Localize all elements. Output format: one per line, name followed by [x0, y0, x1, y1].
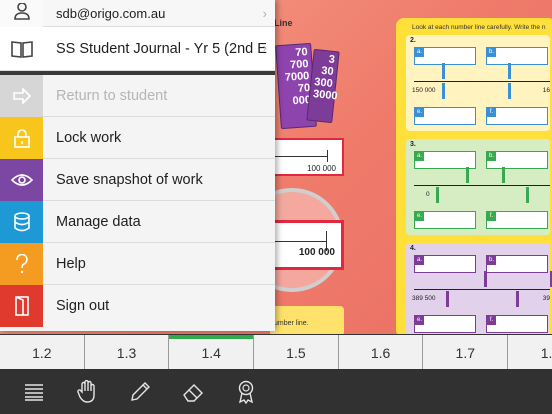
tab-1-2[interactable]: 1.2	[0, 335, 85, 370]
answer-box[interactable]: b.	[486, 255, 548, 273]
instruction-card: umber line.	[270, 306, 344, 334]
arrow-up-icon	[508, 83, 511, 99]
user-icon	[0, 0, 43, 27]
answer-box[interactable]: f.	[486, 211, 548, 229]
arrow-down-icon	[502, 167, 505, 183]
answer-box[interactable]: a.	[414, 255, 476, 273]
arrow-down-icon	[442, 63, 445, 79]
chevron-right-icon: ›	[262, 6, 267, 21]
pencil-icon[interactable]	[126, 378, 154, 406]
bottom-toolbar	[0, 369, 552, 414]
arrow-up-icon	[442, 83, 445, 99]
hand-icon[interactable]	[73, 378, 101, 406]
journal-row[interactable]: SS Student Journal - Yr 5 (2nd E ›	[0, 27, 275, 71]
save-snapshot-label: Save snapshot of work	[56, 171, 203, 188]
answer-box[interactable]: b.	[486, 47, 548, 65]
page-heading: Line	[274, 18, 293, 28]
award-icon[interactable]	[232, 378, 260, 406]
number-line	[414, 81, 550, 82]
answer-box[interactable]: f.	[486, 315, 548, 333]
answer-box[interactable]: e.	[414, 107, 476, 125]
question-3: 3. a. b. 0 e. f.	[406, 139, 550, 235]
save-snapshot-item[interactable]: Save snapshot of work	[0, 158, 275, 201]
manage-data-item[interactable]: Manage data	[0, 200, 275, 243]
list-icon[interactable]	[20, 378, 48, 406]
return-to-student-label: Return to student	[56, 87, 168, 104]
tab-1-7[interactable]: 1.7	[423, 335, 509, 370]
sign-out-item[interactable]: Sign out	[0, 285, 275, 327]
tab-1-8[interactable]: 1.8	[508, 335, 552, 370]
arrow-down-icon	[466, 167, 469, 183]
tab-1-3[interactable]: 1.3	[85, 335, 170, 370]
lock-work-label: Lock work	[56, 129, 122, 146]
lock-icon	[0, 116, 43, 159]
account-row[interactable]: sdb@origo.com.au ›	[0, 0, 275, 27]
page-tabs: 1.2 1.3 1.4 1.5 1.6 1.7 1.8	[0, 334, 552, 370]
help-label: Help	[56, 255, 86, 272]
question-4: 4. a. b. 389 500 39 e. f.	[406, 243, 552, 334]
number-cards: 70 700 7000 70 000 3 30 300 3000	[270, 40, 340, 130]
question-2: 2. a. b. 150 000 16 e. f.	[406, 35, 550, 131]
arrow-down-icon	[508, 63, 511, 79]
lock-work-item[interactable]: Lock work	[0, 116, 275, 159]
journal-title: SS Student Journal - Yr 5 (2nd E	[56, 40, 267, 57]
number-line	[414, 185, 550, 186]
arrow-up-icon	[526, 187, 529, 203]
sign-out-label: Sign out	[56, 298, 110, 314]
arrow-up-icon	[436, 187, 439, 203]
chevron-right-icon: ›	[262, 40, 267, 55]
side-menu: sdb@origo.com.au › SS Student Journal - …	[0, 0, 275, 331]
arrow-down-icon	[484, 271, 487, 287]
database-icon	[0, 200, 43, 243]
answer-box[interactable]: f.	[486, 107, 548, 125]
manage-data-label: Manage data	[56, 213, 141, 230]
number-line	[414, 289, 550, 290]
account-section: sdb@origo.com.au › SS Student Journal - …	[0, 0, 275, 71]
help-item[interactable]: Help	[0, 242, 275, 285]
answer-box[interactable]: e.	[414, 211, 476, 229]
arrow-up-icon	[516, 291, 519, 307]
return-to-student-item[interactable]: Return to student	[0, 74, 275, 117]
answer-box[interactable]: e.	[414, 315, 476, 333]
eraser-icon[interactable]	[179, 378, 207, 406]
tab-1-6[interactable]: 1.6	[339, 335, 424, 370]
worksheet: Look at each number line carefully. Writ…	[396, 18, 552, 334]
door-icon	[0, 285, 43, 327]
eye-icon	[0, 158, 43, 201]
question-icon	[0, 242, 43, 285]
arrow-up-icon	[446, 291, 449, 307]
book-icon	[0, 28, 43, 70]
answer-box[interactable]: b.	[486, 151, 548, 169]
tab-1-4[interactable]: 1.4	[169, 335, 255, 370]
arrow-right-icon	[0, 74, 43, 117]
answer-box[interactable]: a.	[414, 47, 476, 65]
account-email: sdb@origo.com.au	[56, 5, 166, 21]
tab-1-5[interactable]: 1.5	[254, 335, 339, 370]
